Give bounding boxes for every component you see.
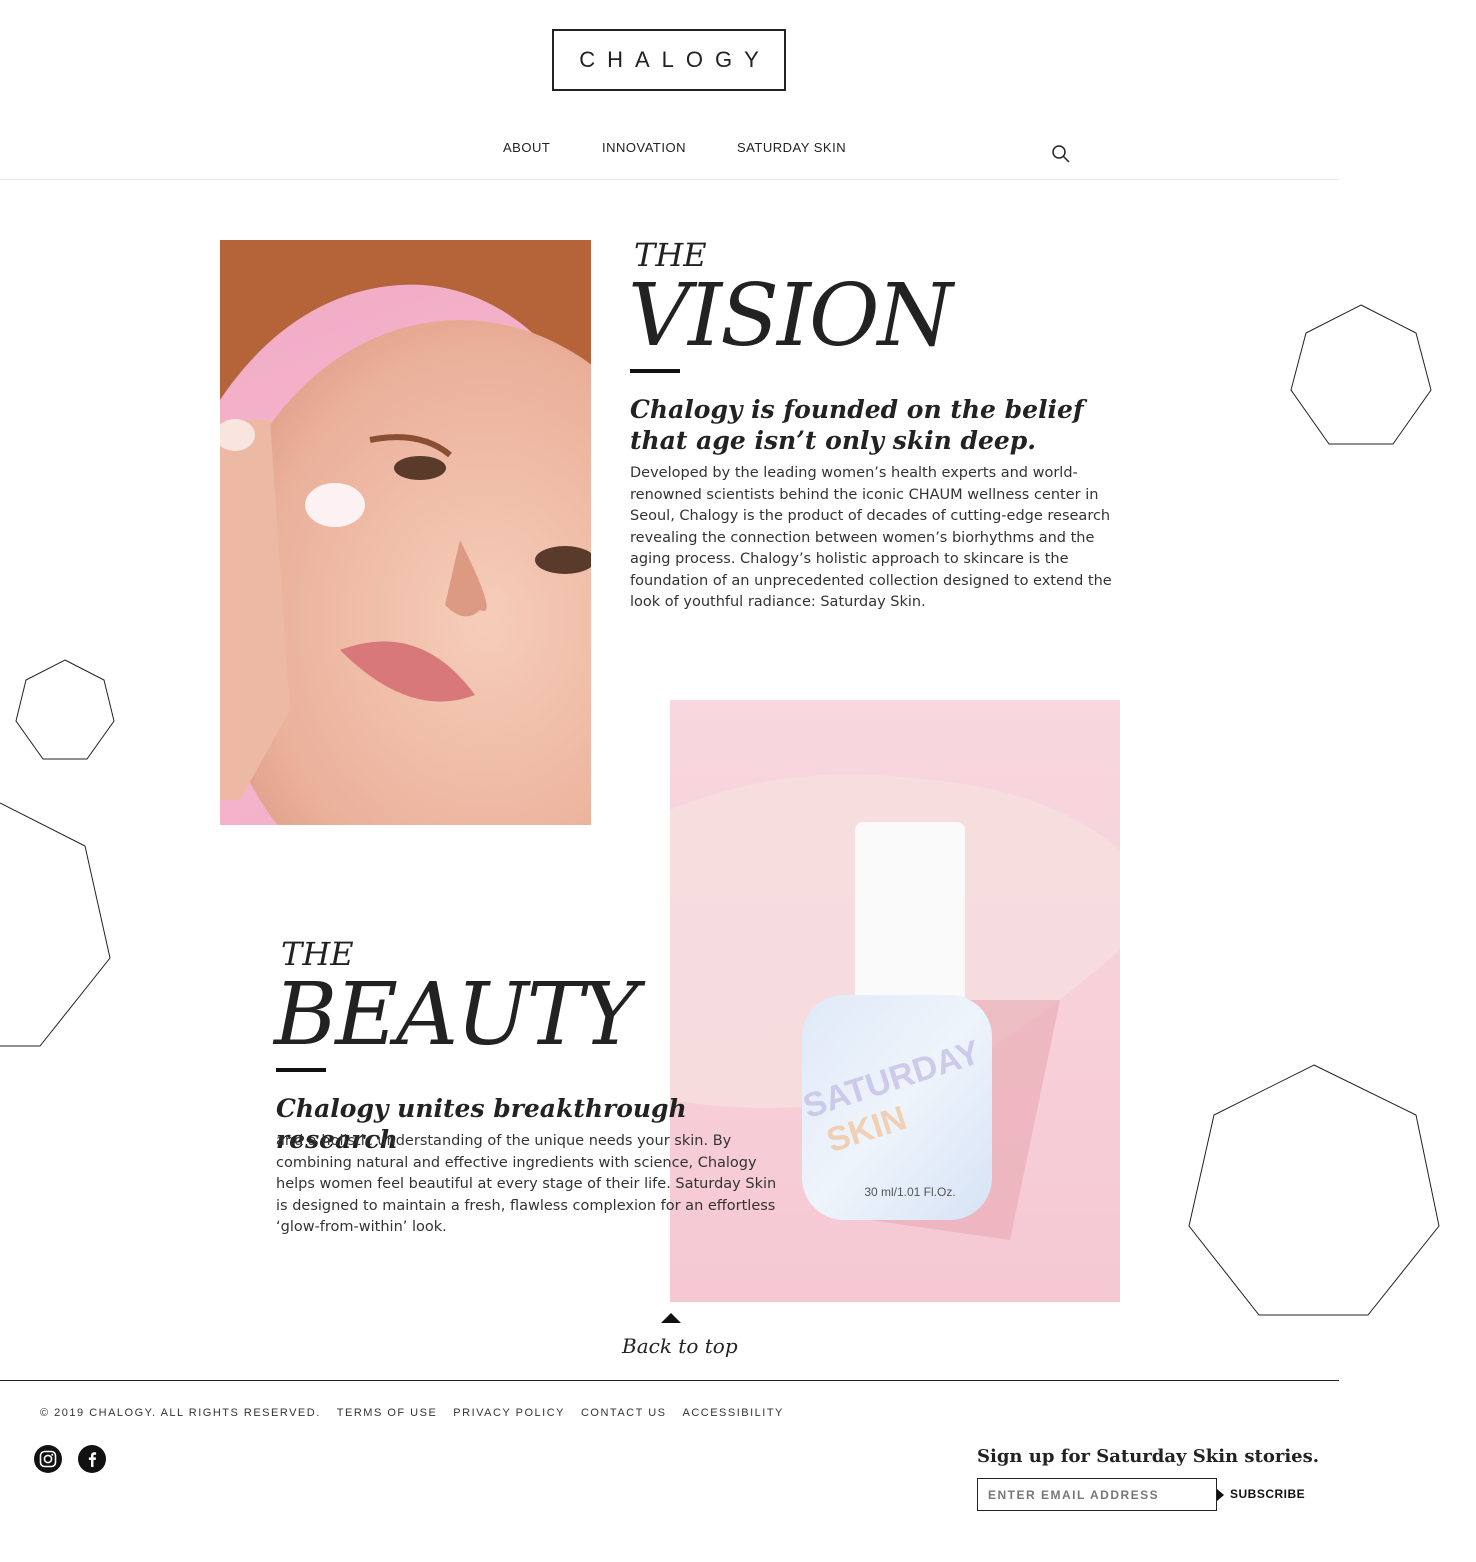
heptagon-decoration-right-bottom — [1188, 1064, 1440, 1316]
footer-links: © 2019 CHALOGY. ALL RIGHTS RESERVED. TER… — [40, 1407, 784, 1419]
footer-link-accessibility[interactable]: ACCESSIBILITY — [682, 1407, 783, 1419]
footer-divider — [0, 1380, 1339, 1381]
vision-rule — [630, 369, 680, 373]
product-volume-label: 30 ml/1.01 Fl.Oz. — [864, 1185, 955, 1199]
footer-link-privacy[interactable]: PRIVACY POLICY — [453, 1407, 565, 1419]
heptagon-decoration-right-top — [1290, 304, 1432, 445]
footer-link-contact[interactable]: CONTACT US — [581, 1407, 667, 1419]
beauty-heading: BEAUTY — [274, 965, 639, 1065]
nav-item-innovation[interactable]: INNOVATION — [602, 140, 686, 155]
footer-copyright: © 2019 CHALOGY. ALL RIGHTS RESERVED. — [40, 1407, 321, 1419]
vision-heading: VISION — [628, 266, 953, 366]
model-face-photo — [220, 240, 591, 825]
vision-lead: Chalogy is founded on the belief that ag… — [630, 395, 1084, 455]
heptagon-decoration-left-large — [0, 802, 111, 1047]
instagram-icon[interactable] — [34, 1445, 62, 1473]
search-icon[interactable] — [1050, 143, 1072, 165]
subscribe-arrow-icon — [1217, 1489, 1224, 1501]
heptagon-decoration-left-small — [15, 659, 115, 760]
header-divider — [0, 179, 1339, 180]
footer-link-terms[interactable]: TERMS OF USE — [337, 1407, 438, 1419]
nav-item-about[interactable]: ABOUT — [503, 140, 550, 155]
back-to-top-link[interactable]: Back to top — [622, 1334, 738, 1358]
newsletter-signup-title: Sign up for Saturday Skin stories. — [977, 1446, 1320, 1467]
beauty-rule — [276, 1068, 326, 1072]
vision-body: Developed by the leading women’s health … — [630, 465, 1112, 610]
nav-item-saturday-skin[interactable]: SATURDAY SKIN — [737, 140, 846, 155]
subscribe-button[interactable]: SUBSCRIBE — [1230, 1487, 1305, 1501]
back-to-top-arrow-icon[interactable] — [661, 1313, 681, 1323]
facebook-icon[interactable] — [78, 1445, 106, 1473]
email-input[interactable] — [977, 1478, 1217, 1511]
brand-logo[interactable]: CHALOGY — [552, 29, 786, 91]
beauty-body: and a holistic understanding of the uniq… — [276, 1133, 777, 1235]
